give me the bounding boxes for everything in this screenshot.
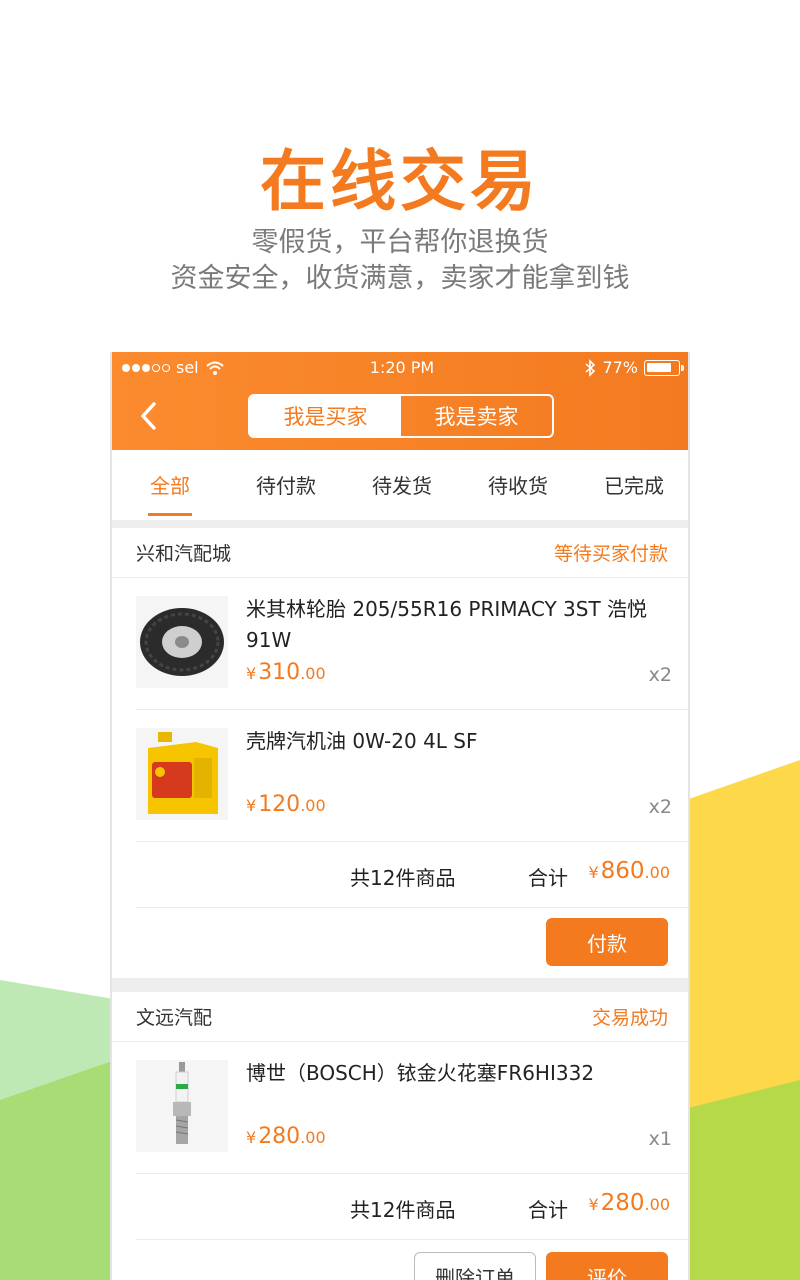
status-bar: sel 1:20 PM 77% (112, 352, 688, 382)
tab-pending-receipt[interactable]: 待收货 (460, 450, 576, 520)
order-summary: 共12件商品 合计 ¥280.00 (136, 1174, 688, 1240)
item-quantity: x1 (648, 1128, 672, 1150)
order-status: 等待买家付款 (553, 543, 668, 565)
order-item[interactable]: 米其林轮胎 205/55R16 PRIMACY 3ST 浩悦 91W ¥310.… (136, 578, 688, 710)
tab-all[interactable]: 全部 (112, 450, 228, 520)
order-item[interactable]: 壳牌汽机油 0W-20 4L SF ¥120.00 x2 (136, 710, 688, 842)
order-summary: 共12件商品 合计 ¥860.00 (136, 842, 688, 908)
back-chevron-icon[interactable] (134, 398, 164, 434)
spark-plug-thumbnail (136, 1060, 228, 1152)
item-title: 米其林轮胎 205/55R16 PRIMACY 3ST 浩悦 91W (246, 597, 648, 652)
item-quantity: x2 (648, 796, 672, 818)
order-card: 文远汽配 交易成功 博世（BOSCH）铱金火花塞FR6HI332 ¥280.00… (112, 992, 688, 1280)
promo-title: 在线交易 (260, 143, 540, 220)
promo-subtitle-2: 资金安全，收货满意，卖家才能拿到钱 (170, 263, 630, 294)
pay-button[interactable]: 付款 (546, 918, 668, 966)
item-price: ¥280.00 (246, 1124, 326, 1149)
motor-oil-thumbnail (136, 728, 228, 820)
store-name[interactable]: 兴和汽配城 (136, 539, 231, 566)
delete-order-button[interactable]: 删除订单 (414, 1252, 536, 1280)
tab-completed[interactable]: 已完成 (576, 450, 688, 520)
tab-pending-payment[interactable]: 待付款 (228, 450, 344, 520)
review-button[interactable]: 评价 (546, 1252, 668, 1280)
total-label: 合计 (528, 866, 568, 890)
item-count: 共12件商品 (350, 866, 456, 890)
item-price: ¥120.00 (246, 792, 326, 817)
tab-pending-shipment[interactable]: 待发货 (344, 450, 460, 520)
total-price: ¥280.00 (588, 1190, 670, 1216)
total-price: ¥860.00 (588, 858, 670, 884)
order-card: 兴和汽配城 等待买家付款 米其林轮胎 205/55R16 PRIMACY 3ST… (112, 528, 688, 978)
order-item[interactable]: 博世（BOSCH）铱金火花塞FR6HI332 ¥280.00 x1 (136, 1042, 688, 1174)
item-price: ¥310.00 (246, 660, 326, 685)
promo-subtitle-1: 零假货，平台帮你退换货 (251, 227, 549, 258)
item-count: 共12件商品 (350, 1198, 456, 1222)
total-label: 合计 (528, 1198, 568, 1222)
order-actions: 删除订单 评价 (112, 1240, 688, 1280)
phone-screen: sel 1:20 PM 77% 我是买家 我是卖家 全部 待付款 待发货 待收货… (110, 352, 690, 1280)
item-title: 博世（BOSCH）铱金火花塞FR6HI332 (246, 1061, 595, 1085)
segment-buyer[interactable]: 我是买家 (250, 396, 401, 436)
order-status: 交易成功 (591, 1007, 668, 1029)
battery-percent: 77% (602, 358, 638, 377)
store-name[interactable]: 文远汽配 (136, 1003, 212, 1030)
app-header: sel 1:20 PM 77% 我是买家 我是卖家 (112, 352, 688, 450)
segment-seller[interactable]: 我是卖家 (401, 396, 552, 436)
item-quantity: x2 (648, 664, 672, 686)
role-segmented-control: 我是买家 我是卖家 (248, 394, 554, 438)
order-actions: 付款 (112, 908, 688, 978)
bluetooth-icon (585, 358, 596, 377)
item-title: 壳牌汽机油 0W-20 4L SF (246, 729, 478, 753)
battery-icon (644, 359, 684, 376)
tire-thumbnail (136, 596, 228, 688)
order-tabs: 全部 待付款 待发货 待收货 已完成 (112, 450, 688, 520)
